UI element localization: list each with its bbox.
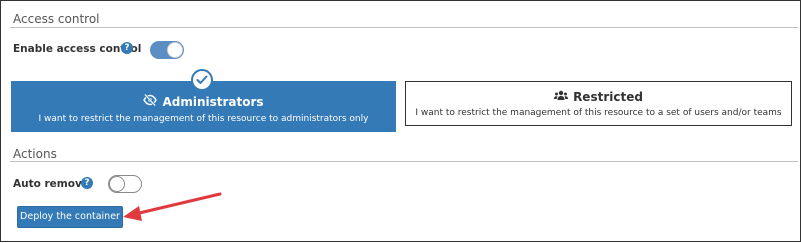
annotation-arrow-icon xyxy=(123,192,222,221)
page-frame: Access control Enable access control ? A… xyxy=(0,0,801,242)
